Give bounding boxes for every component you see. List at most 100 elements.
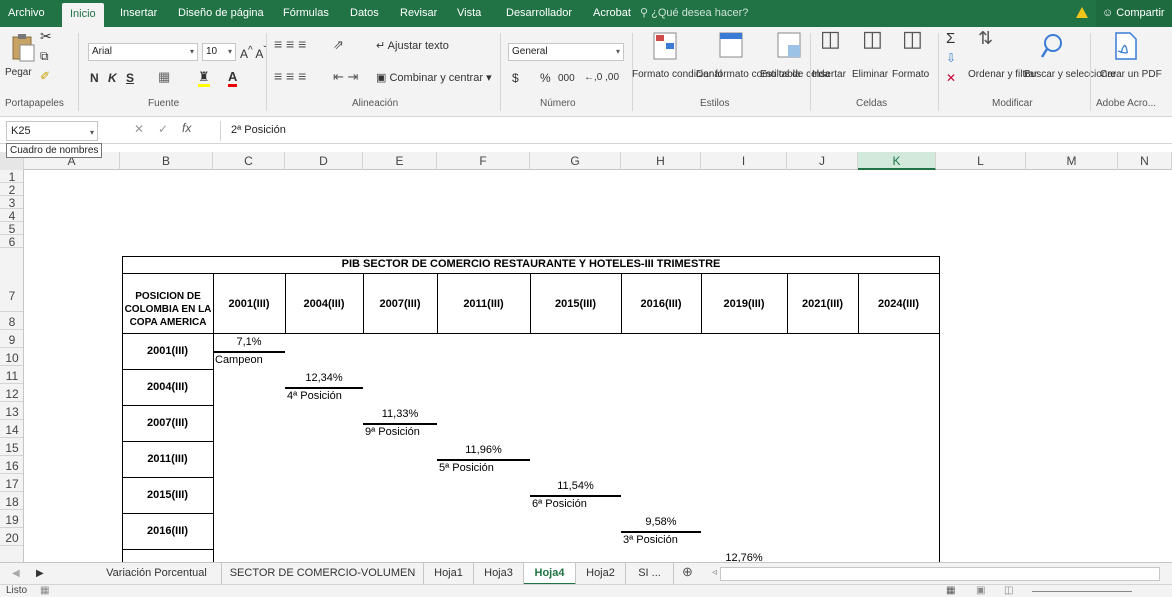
page-layout-icon[interactable]: ▣ bbox=[976, 585, 985, 596]
underline-button[interactable]: S bbox=[126, 72, 134, 84]
row-header-12[interactable]: 12 bbox=[0, 384, 23, 402]
add-sheet-icon[interactable]: ⊕ bbox=[682, 565, 693, 578]
row-header-7[interactable]: 7 bbox=[0, 248, 23, 312]
tab-inicio[interactable]: Inicio bbox=[62, 3, 104, 27]
row-header-5[interactable]: 5 bbox=[0, 222, 23, 236]
merge-center-button[interactable]: ▣ Combinar y centrar ▾ bbox=[376, 73, 492, 84]
column-header-i[interactable]: I bbox=[701, 152, 787, 170]
sheet-tab[interactable]: Hoja2 bbox=[576, 563, 626, 585]
row-header-3[interactable]: 3 bbox=[0, 196, 23, 210]
delete-cells-button[interactable]: Eliminar bbox=[852, 69, 888, 80]
column-header-b[interactable]: B bbox=[120, 152, 213, 170]
insert-cells-button[interactable]: Insertar bbox=[812, 69, 846, 80]
insert-function-button[interactable]: fx bbox=[182, 122, 191, 134]
row-header-20[interactable]: 20 bbox=[0, 528, 23, 546]
row-header-15[interactable]: 15 bbox=[0, 438, 23, 456]
indent-icon[interactable]: ⇤ ⇥ bbox=[333, 70, 358, 83]
scroll-right-icon[interactable]: ▶ bbox=[36, 568, 44, 579]
column-header-n[interactable]: N bbox=[1118, 152, 1172, 170]
row-header-1[interactable]: 1 bbox=[0, 170, 23, 184]
column-header-c[interactable]: C bbox=[213, 152, 285, 170]
row-header-18[interactable]: 18 bbox=[0, 492, 23, 510]
font-name-select[interactable]: Arial ▾ bbox=[88, 43, 198, 61]
orientation-icon[interactable]: ⇗ bbox=[333, 38, 344, 51]
create-pdf-button[interactable]: Crear un PDF bbox=[1100, 69, 1162, 80]
column-header-e[interactable]: E bbox=[363, 152, 437, 170]
conditional-format-button[interactable]: Formato condicional bbox=[632, 69, 722, 80]
sheet-tab[interactable]: Hoja4 bbox=[524, 563, 576, 585]
column-header-m[interactable]: M bbox=[1026, 152, 1118, 170]
normal-view-icon[interactable]: ▦ bbox=[946, 585, 955, 596]
paste-button[interactable]: Pegar bbox=[5, 67, 32, 78]
enter-icon[interactable]: ✓ bbox=[158, 123, 168, 135]
format-painter-icon[interactable]: ✐ bbox=[40, 70, 50, 82]
wrap-text-button[interactable]: ↵ Ajustar texto bbox=[376, 41, 449, 52]
percent-button[interactable]: % bbox=[540, 72, 551, 84]
column-header-l[interactable]: L bbox=[936, 152, 1026, 170]
row-header-14[interactable]: 14 bbox=[0, 420, 23, 438]
clear-icon[interactable]: ✕ bbox=[946, 72, 956, 84]
tab-diseno-pagina[interactable]: Diseño de página bbox=[178, 0, 264, 27]
cut-icon[interactable]: ✂ bbox=[40, 29, 52, 43]
fill-icon[interactable]: ⇩ bbox=[946, 52, 956, 64]
pdf-icon[interactable] bbox=[1112, 31, 1138, 61]
format-table-button[interactable]: Dar formato como tabla bbox=[696, 69, 801, 80]
sheet-tab[interactable]: Hoja3 bbox=[474, 563, 524, 585]
tab-archivo[interactable]: Archivo bbox=[8, 0, 45, 27]
tab-vista[interactable]: Vista bbox=[457, 0, 481, 27]
search-icon[interactable] bbox=[1040, 33, 1064, 61]
align-left-icon[interactable]: ≡ ≡ ≡ bbox=[274, 69, 306, 83]
row-header-6[interactable]: 6 bbox=[0, 235, 23, 249]
formula-input[interactable]: 2ª Posición bbox=[220, 121, 1164, 141]
cell-styles-button[interactable]: Estilos de celda bbox=[760, 69, 830, 80]
cancel-icon[interactable]: ✕ bbox=[134, 123, 144, 135]
sheet-tab[interactable]: SI ... bbox=[626, 563, 674, 585]
row-header-19[interactable]: 19 bbox=[0, 510, 23, 528]
align-top-icon[interactable]: ≡ ≡ ≡ bbox=[274, 37, 306, 51]
macro-record-icon[interactable]: ▦ bbox=[40, 585, 49, 596]
cell-styles-icon[interactable] bbox=[776, 31, 802, 61]
row-header-13[interactable]: 13 bbox=[0, 402, 23, 420]
insert-cells-icon[interactable]: ◫ bbox=[820, 28, 841, 50]
warning-icon[interactable] bbox=[1076, 7, 1088, 18]
copy-icon[interactable]: ⧉ bbox=[40, 50, 49, 62]
tab-revisar[interactable]: Revisar bbox=[400, 0, 437, 27]
tab-acrobat[interactable]: Acrobat bbox=[593, 0, 631, 27]
format-cells-button[interactable]: Formato bbox=[892, 69, 929, 80]
find-select-button[interactable]: Buscar y seleccionar bbox=[1024, 69, 1116, 80]
tab-datos[interactable]: Datos bbox=[350, 0, 379, 27]
hscroll-left-icon[interactable]: ◃ bbox=[712, 567, 717, 578]
column-header-j[interactable]: J bbox=[787, 152, 858, 170]
font-size-select[interactable]: 10 ▾ bbox=[202, 43, 236, 61]
sheet-tab[interactable]: Hoja1 bbox=[424, 563, 474, 585]
column-header-g[interactable]: G bbox=[530, 152, 621, 170]
format-cells-icon[interactable]: ◫ bbox=[902, 28, 923, 50]
column-header-h[interactable]: H bbox=[621, 152, 701, 170]
row-header-9[interactable]: 9 bbox=[0, 330, 23, 348]
scroll-left-icon[interactable]: ◀ bbox=[12, 568, 20, 579]
sort-filter-button[interactable]: Ordenar y filtrar bbox=[968, 69, 1037, 80]
conditional-format-icon[interactable] bbox=[652, 31, 678, 61]
delete-cells-icon[interactable]: ◫ bbox=[862, 28, 883, 50]
grow-font-icon[interactable]: A^ Aˇ bbox=[240, 45, 267, 60]
currency-button[interactable]: $ bbox=[512, 72, 519, 84]
row-header-4[interactable]: 4 bbox=[0, 209, 23, 223]
bold-button[interactable]: N bbox=[90, 72, 99, 84]
sort-filter-icon[interactable]: ⇅ bbox=[978, 29, 993, 47]
column-header-k[interactable]: K bbox=[858, 152, 936, 170]
row-header-8[interactable]: 8 bbox=[0, 312, 23, 330]
tab-formulas[interactable]: Fórmulas bbox=[283, 0, 329, 27]
autosum-icon[interactable]: Σ bbox=[946, 31, 955, 46]
font-color-icon[interactable]: A bbox=[228, 69, 238, 87]
horizontal-scrollbar[interactable] bbox=[720, 567, 1160, 581]
row-header-11[interactable]: 11 bbox=[0, 366, 23, 384]
sheet-tab[interactable]: Variación Porcentual bbox=[92, 563, 222, 585]
row-header-17[interactable]: 17 bbox=[0, 474, 23, 492]
tab-insertar[interactable]: Insertar bbox=[120, 0, 157, 27]
thousands-button[interactable]: 000 bbox=[558, 73, 575, 84]
column-header-d[interactable]: D bbox=[285, 152, 363, 170]
page-break-icon[interactable]: ◫ bbox=[1004, 585, 1013, 596]
zoom-slider[interactable] bbox=[1032, 591, 1132, 592]
share-button[interactable]: ☺ Compartir bbox=[1096, 0, 1172, 27]
format-table-icon[interactable] bbox=[718, 31, 744, 61]
